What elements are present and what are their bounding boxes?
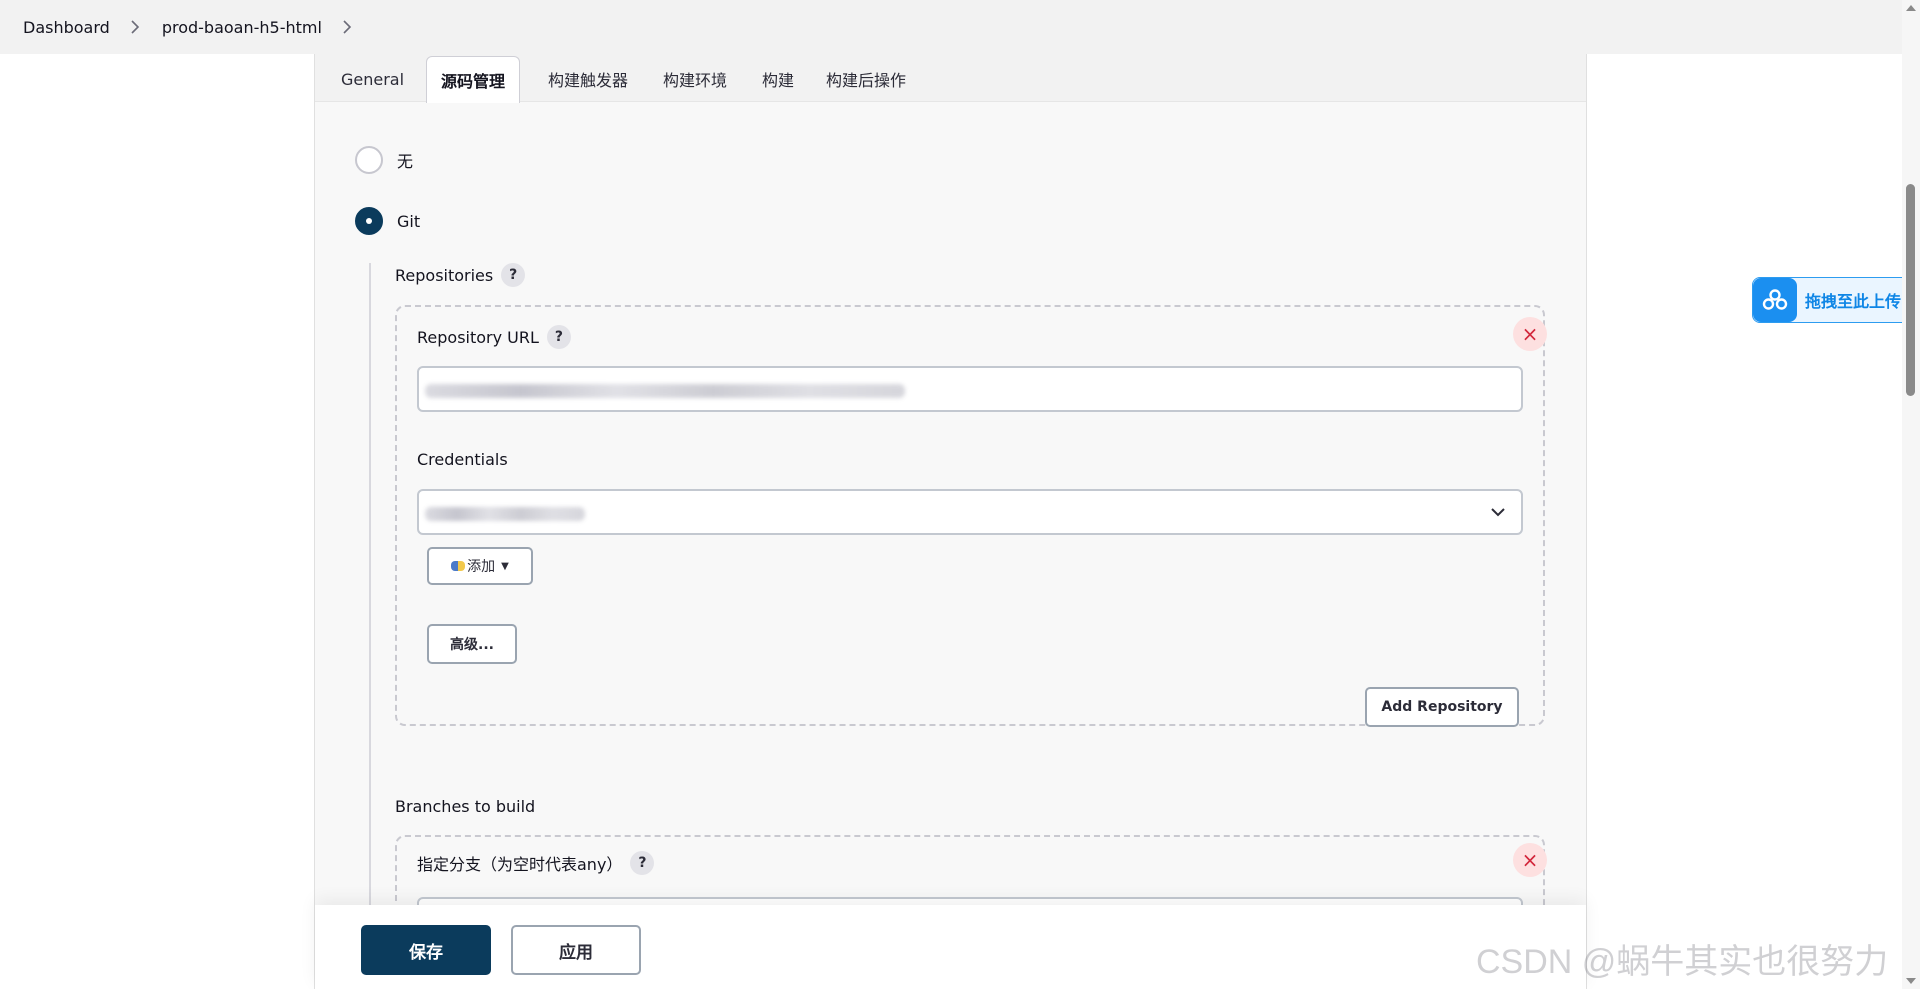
tab-post-build[interactable]: 构建后操作 [812,56,920,102]
redacted-url [425,384,905,398]
radio-git-label: Git [397,211,421,231]
branch-spec-label: 指定分支（为空时代表any） ? [417,851,655,875]
breadcrumb-job[interactable]: prod-baoan-h5-html [162,18,322,37]
caret-down-icon: ▼ [501,560,509,572]
scm-option-git[interactable]: Git [355,207,420,235]
config-tabbar: General 源码管理 构建触发器 构建环境 构建 构建后操作 [315,54,1586,103]
chevron-right-icon[interactable] [130,20,140,34]
radio-none[interactable] [355,146,383,174]
add-credential-button[interactable]: 添加 ▼ [427,547,533,585]
watermark: CSDN @蜗牛其实也很努力 [1476,943,1889,981]
apply-button[interactable]: 应用 [511,925,641,975]
repositories-label: Repositories ? [395,263,526,287]
repository-url-input[interactable] [417,366,1523,412]
scroll-up-icon[interactable] [1906,5,1916,11]
chevron-down-icon [1491,508,1505,517]
chevron-right-icon[interactable] [342,20,352,34]
radio-none-label: 无 [397,152,414,171]
redacted-credential [425,507,585,521]
tab-environment[interactable]: 构建环境 [649,56,741,102]
breadcrumb-dashboard[interactable]: Dashboard [23,18,110,37]
close-icon: × [1521,322,1539,346]
key-icon [451,561,466,571]
credentials-select[interactable] [417,489,1523,535]
upload-label: 拖拽至此上传 [1805,292,1902,311]
tab-scm[interactable]: 源码管理 [426,56,521,103]
scm-option-none[interactable]: 无 [355,146,413,174]
git-section-rule [369,263,371,989]
cloud-upload-icon [1753,278,1797,322]
drag-upload-widget[interactable]: 拖拽至此上传 [1752,277,1912,323]
config-panel: General 源码管理 构建触发器 构建环境 构建 构建后操作 无 Git R… [314,54,1587,989]
remove-branch-button[interactable]: × [1513,843,1547,877]
scroll-thumb[interactable] [1906,184,1915,396]
close-icon: × [1521,848,1539,872]
page-scrollbar[interactable] [1902,0,1920,989]
add-repository-button[interactable]: Add Repository [1365,687,1519,727]
branches-label: Branches to build [395,797,536,816]
action-bar: 保存 应用 [315,905,1586,989]
save-button[interactable]: 保存 [361,925,491,975]
radio-git[interactable] [355,207,383,235]
credentials-label: Credentials [417,450,508,469]
repository-url-label: Repository URL ? [417,325,571,349]
advanced-button[interactable]: 高级... [427,624,517,664]
help-icon[interactable]: ? [501,263,526,287]
tab-build[interactable]: 构建 [748,56,808,102]
tab-general[interactable]: General [327,56,418,102]
tab-triggers[interactable]: 构建触发器 [534,56,642,102]
repository-entry: × Repository URL ? Credentials 添加 ▼ 高级..… [395,305,1547,727]
breadcrumb: Dashboard prod-baoan-h5-html [0,0,1902,54]
scroll-down-icon[interactable] [1906,978,1916,984]
remove-repository-button[interactable]: × [1513,317,1547,351]
help-icon[interactable]: ? [630,851,655,875]
help-icon[interactable]: ? [546,325,571,349]
